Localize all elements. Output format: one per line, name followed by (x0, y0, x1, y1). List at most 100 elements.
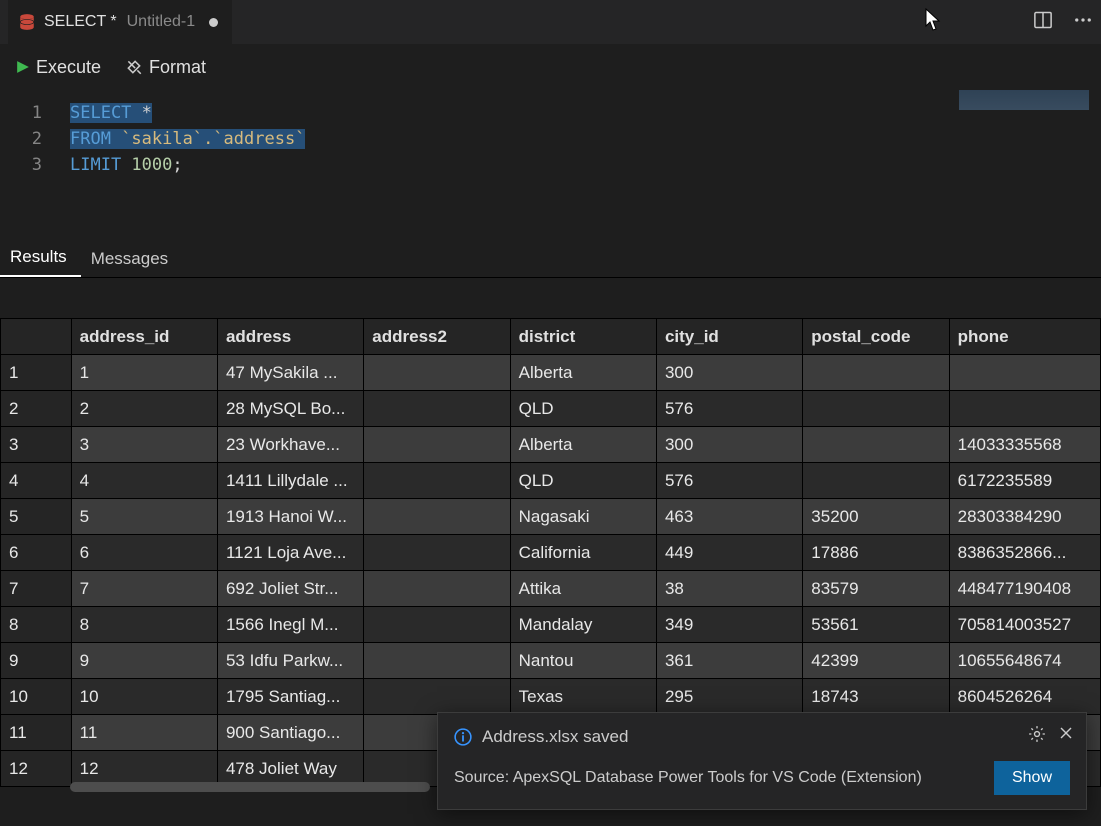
cell-address2[interactable] (364, 571, 510, 607)
gear-icon[interactable] (1028, 725, 1046, 748)
toast-show-button[interactable]: Show (994, 761, 1070, 795)
cell-phone[interactable]: 8604526264 (949, 679, 1100, 715)
rownum-cell[interactable]: 5 (1, 499, 72, 535)
tab-messages[interactable]: Messages (81, 241, 182, 277)
table-row[interactable]: 441411 Lillydale ...QLD5766172235589 (1, 463, 1101, 499)
cell-address2[interactable] (364, 607, 510, 643)
cell-city_id[interactable]: 361 (656, 643, 802, 679)
table-row[interactable]: 2228 MySQL Bo...QLD576 (1, 391, 1101, 427)
rownum-cell[interactable]: 11 (1, 715, 72, 751)
cell-postal_code[interactable]: 18743 (803, 679, 949, 715)
cell-address2[interactable] (364, 391, 510, 427)
cell-address[interactable]: 47 MySakila ... (217, 355, 363, 391)
cell-phone[interactable]: 10655648674 (949, 643, 1100, 679)
rownum-cell[interactable]: 6 (1, 535, 72, 571)
cell-postal_code[interactable]: 42399 (803, 643, 949, 679)
rownum-cell[interactable]: 7 (1, 571, 72, 607)
cell-district[interactable]: Mandalay (510, 607, 656, 643)
cell-phone[interactable] (949, 391, 1100, 427)
cell-address[interactable]: 1913 Hanoi W... (217, 499, 363, 535)
cell-address[interactable]: 1121 Loja Ave... (217, 535, 363, 571)
rownum-cell[interactable]: 2 (1, 391, 72, 427)
cell-phone[interactable]: 14033335568 (949, 427, 1100, 463)
rownum-cell[interactable]: 8 (1, 607, 72, 643)
cell-district[interactable]: Texas (510, 679, 656, 715)
cell-district[interactable]: Alberta (510, 427, 656, 463)
cell-address_id[interactable]: 8 (71, 607, 217, 643)
format-button[interactable]: Format (125, 57, 206, 78)
split-editor-icon[interactable] (1033, 10, 1053, 35)
rownum-cell[interactable]: 12 (1, 751, 72, 787)
col-district[interactable]: district (510, 319, 656, 355)
cell-address[interactable]: 23 Workhave... (217, 427, 363, 463)
cell-address[interactable]: 53 Idfu Parkw... (217, 643, 363, 679)
table-row[interactable]: 3323 Workhave...Alberta30014033335568 (1, 427, 1101, 463)
execute-button[interactable]: Execute (16, 57, 101, 78)
cell-postal_code[interactable] (803, 355, 949, 391)
cell-postal_code[interactable]: 35200 (803, 499, 949, 535)
cell-phone[interactable]: 6172235589 (949, 463, 1100, 499)
editor-tab[interactable]: SELECT * Untitled-1 (8, 0, 232, 44)
close-icon[interactable] (1058, 725, 1074, 748)
cell-phone[interactable] (949, 355, 1100, 391)
cell-address2[interactable] (364, 355, 510, 391)
cell-city_id[interactable]: 463 (656, 499, 802, 535)
cell-postal_code[interactable]: 83579 (803, 571, 949, 607)
cell-address[interactable]: 1795 Santiag... (217, 679, 363, 715)
table-row[interactable]: 9953 Idfu Parkw...Nantou3614239910655648… (1, 643, 1101, 679)
cell-city_id[interactable]: 300 (656, 355, 802, 391)
col-address[interactable]: address (217, 319, 363, 355)
cell-phone[interactable]: 28303384290 (949, 499, 1100, 535)
cell-district[interactable]: California (510, 535, 656, 571)
cell-district[interactable]: Nagasaki (510, 499, 656, 535)
cell-city_id[interactable]: 449 (656, 535, 802, 571)
cell-address_id[interactable]: 10 (71, 679, 217, 715)
cell-address_id[interactable]: 4 (71, 463, 217, 499)
cell-district[interactable]: QLD (510, 391, 656, 427)
col-city_id[interactable]: city_id (656, 319, 802, 355)
cell-address_id[interactable]: 3 (71, 427, 217, 463)
cell-city_id[interactable]: 300 (656, 427, 802, 463)
col-address_id[interactable]: address_id (71, 319, 217, 355)
table-row[interactable]: 77692 Joliet Str...Attika388357944847719… (1, 571, 1101, 607)
cell-address[interactable]: 900 Santiago... (217, 715, 363, 751)
cell-phone[interactable]: 705814003527 (949, 607, 1100, 643)
cell-address_id[interactable]: 2 (71, 391, 217, 427)
cell-address2[interactable] (364, 679, 510, 715)
col-address2[interactable]: address2 (364, 319, 510, 355)
rownum-cell[interactable]: 10 (1, 679, 72, 715)
cell-address_id[interactable]: 1 (71, 355, 217, 391)
cell-address2[interactable] (364, 643, 510, 679)
cell-postal_code[interactable] (803, 463, 949, 499)
table-row[interactable]: 551913 Hanoi W...Nagasaki463352002830338… (1, 499, 1101, 535)
cell-city_id[interactable]: 576 (656, 463, 802, 499)
table-row[interactable]: 661121 Loja Ave...California449178868386… (1, 535, 1101, 571)
cell-city_id[interactable]: 349 (656, 607, 802, 643)
cell-address[interactable]: 692 Joliet Str... (217, 571, 363, 607)
cell-address2[interactable] (364, 463, 510, 499)
table-row[interactable]: 1147 MySakila ...Alberta300 (1, 355, 1101, 391)
rownum-cell[interactable]: 9 (1, 643, 72, 679)
rownum-cell[interactable]: 1 (1, 355, 72, 391)
cell-district[interactable]: Nantou (510, 643, 656, 679)
sql-editor[interactable]: 1 2 3 SELECT * FROM `sakila`.`address` L… (0, 90, 1101, 240)
cell-address[interactable]: 28 MySQL Bo... (217, 391, 363, 427)
cell-address[interactable]: 1566 Inegl M... (217, 607, 363, 643)
col-phone[interactable]: phone (949, 319, 1100, 355)
rownum-cell[interactable]: 4 (1, 463, 72, 499)
cell-district[interactable]: Attika (510, 571, 656, 607)
cell-postal_code[interactable]: 53561 (803, 607, 949, 643)
cell-city_id[interactable]: 295 (656, 679, 802, 715)
cell-postal_code[interactable]: 17886 (803, 535, 949, 571)
table-row[interactable]: 10101795 Santiag...Texas2951874386045262… (1, 679, 1101, 715)
cell-district[interactable]: Alberta (510, 355, 656, 391)
minimap[interactable] (959, 90, 1089, 110)
cell-address[interactable]: 1411 Lillydale ... (217, 463, 363, 499)
cell-address_id[interactable]: 5 (71, 499, 217, 535)
cell-address2[interactable] (364, 427, 510, 463)
rownum-cell[interactable]: 3 (1, 427, 72, 463)
cell-address_id[interactable]: 6 (71, 535, 217, 571)
cell-address2[interactable] (364, 535, 510, 571)
cell-district[interactable]: QLD (510, 463, 656, 499)
cell-address_id[interactable]: 11 (71, 715, 217, 751)
